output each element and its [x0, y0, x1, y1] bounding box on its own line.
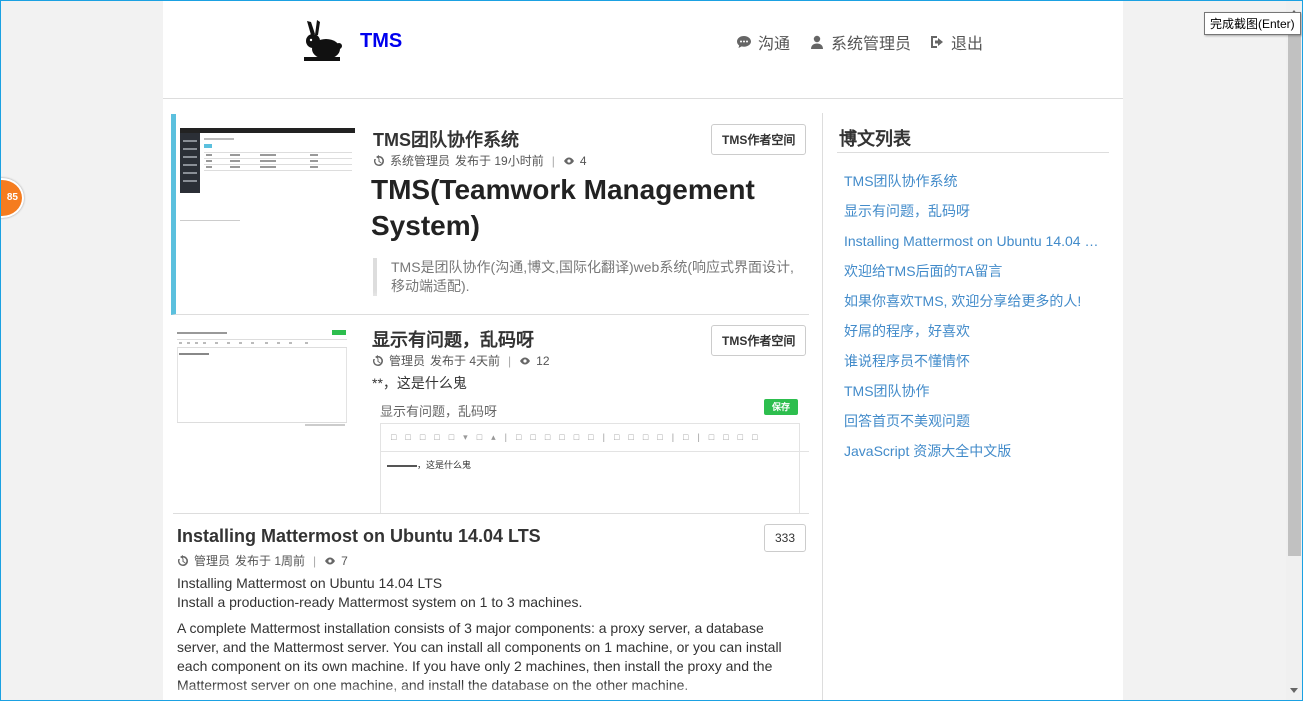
nav-user-label: 系统管理员 [831, 36, 912, 53]
sidebar-post-link[interactable]: 如果你喜欢TMS, 欢迎分享给更多的人! [844, 290, 1102, 320]
post-title[interactable]: 显示有问题，乱码呀 [372, 326, 534, 352]
brand-link[interactable]: TMS [360, 30, 402, 53]
post-title[interactable]: TMS团队协作系统 [373, 126, 519, 152]
post-title[interactable]: Installing Mattermost on Ubuntu 14.04 LT… [177, 526, 541, 547]
editor-toolbar: □□□□□▾□▴|□□□□□□|□□□□|□|□□□□ [381, 424, 809, 452]
post-meta: 系统管理员 发布于 19小时前 | 4 [373, 152, 587, 169]
editor-screenshot: 显示有问题，乱码呀 保存 □□□□□▾□▴|□□□□□□|□□□□|□|□□□□… [380, 399, 809, 513]
post-time: 发布于 1周前 [235, 554, 306, 568]
post-thumbnail[interactable] [180, 128, 355, 226]
post-views: 7 [341, 553, 348, 568]
sidebar: 博文列表 TMS团队协作系统 显示有问题，乱码呀 Installing Matt… [822, 113, 1110, 701]
sidebar-post-link[interactable]: TMS团队协作 [844, 380, 1102, 410]
sidebar-post-link[interactable]: 回答首页不美观问题 [844, 410, 1102, 440]
save-button[interactable]: 保存 [764, 399, 798, 415]
post-time: 发布于 19小时前 [455, 154, 544, 168]
editor-title: 显示有问题，乱码呀 [380, 404, 498, 419]
garbled-glyphs-icon [387, 464, 417, 467]
editor-box: □□□□□▾□▴|□□□□□□|□□□□|□|□□□□ ，这是什么鬼 [380, 423, 809, 513]
user-icon [811, 35, 823, 49]
header: TMS 沟通 系统管理员 退出 [163, 0, 1123, 99]
eye-icon [520, 357, 531, 364]
eye-icon [325, 557, 336, 564]
editor-content-text: ，这是什么鬼 [417, 460, 472, 470]
author-space-button[interactable]: TMS作者空间 [711, 325, 807, 356]
page: TMS 沟通 系统管理员 退出 TMS团队协作系统 系统管理员 发布于 19小时… [163, 0, 1123, 701]
history-icon [373, 154, 384, 166]
post-headline: TMS(Teamwork Management System) [371, 174, 755, 241]
post-item[interactable]: 显示有问题，乱码呀 管理员 发布于 4天前 | 12 TMS作者空间 **，这是… [173, 315, 809, 514]
sidebar-post-link[interactable]: 显示有问题，乱码呀 [844, 200, 1102, 230]
comment-icon [737, 36, 751, 48]
sidebar-post-link[interactable]: 谁说程序员不懂情怀 [844, 350, 1102, 380]
post-time: 发布于 4天前 [430, 354, 501, 368]
post-thumbnail[interactable] [175, 329, 350, 427]
excerpt-fade [173, 683, 809, 701]
post-meta: 管理员 发布于 4天前 | 12 [372, 352, 550, 369]
post-line: Install a production-ready Mattermost sy… [177, 594, 583, 610]
author-space-button[interactable]: TMS作者空间 [711, 124, 807, 155]
history-icon [372, 354, 383, 366]
sidebar-post-link[interactable]: 欢迎给TMS后面的TA留言 [844, 260, 1102, 290]
screenshot-tooltip: 完成截图(Enter) [1204, 12, 1301, 35]
post-list: TMS团队协作系统 系统管理员 发布于 19小时前 | 4 TMS作者空间 TM… [163, 99, 823, 701]
tag-button[interactable]: 333 [764, 524, 807, 552]
sign-out-icon [931, 36, 943, 48]
history-icon [177, 554, 188, 566]
post-author[interactable]: 管理员 [194, 552, 230, 569]
post-author[interactable]: 系统管理员 [390, 152, 450, 169]
editor-content: ，这是什么鬼 [387, 458, 471, 471]
post-item[interactable]: Installing Mattermost on Ubuntu 14.04 LT… [173, 514, 809, 701]
post-line: **，这是什么鬼 [372, 375, 467, 391]
nav-chat[interactable]: 沟通 [736, 30, 790, 54]
eye-icon [563, 157, 574, 164]
rabbit-logo-icon[interactable] [300, 19, 344, 63]
post-author[interactable]: 管理员 [389, 352, 425, 369]
sidebar-post-link[interactable]: TMS团队协作系统 [844, 170, 1102, 200]
post-meta: 管理员 发布于 1周前 | 7 [177, 552, 348, 569]
meta-separator: | [508, 353, 512, 368]
nav-logout-label: 退出 [951, 36, 984, 53]
post-views: 12 [536, 353, 550, 368]
post-line: Installing Mattermost on Ubuntu 14.04 LT… [177, 575, 443, 591]
scrollbar-thumb[interactable] [1288, 30, 1301, 556]
floating-badge[interactable]: 85 [0, 178, 24, 218]
meta-separator: | [551, 153, 555, 168]
nav-user[interactable]: 系统管理员 [809, 30, 911, 54]
post-views: 4 [579, 153, 587, 168]
meta-separator: | [313, 553, 317, 568]
nav-logout[interactable]: 退出 [929, 30, 983, 54]
sidebar-title: 博文列表 [839, 129, 911, 149]
screenshot-thumbnail-image [180, 128, 355, 221]
excerpt-fade [176, 290, 809, 314]
sidebar-post-link[interactable]: Installing Mattermost on Ubuntu 14.04 LT… [844, 230, 1102, 260]
sidebar-divider [837, 152, 1109, 153]
scroll-down-arrow-icon[interactable] [1290, 688, 1298, 693]
nav-chat-label: 沟通 [758, 36, 791, 53]
sidebar-post-link[interactable]: JavaScript 资源大全中文版 [844, 440, 1102, 470]
sidebar-post-list: TMS团队协作系统 显示有问题，乱码呀 Installing Mattermos… [844, 170, 1102, 470]
sidebar-post-link[interactable]: 好屌的程序，好喜欢 [844, 320, 1102, 350]
post-item[interactable]: TMS团队协作系统 系统管理员 发布于 19小时前 | 4 TMS作者空间 TM… [171, 114, 809, 315]
screenshot-thumbnail-image [177, 330, 347, 426]
